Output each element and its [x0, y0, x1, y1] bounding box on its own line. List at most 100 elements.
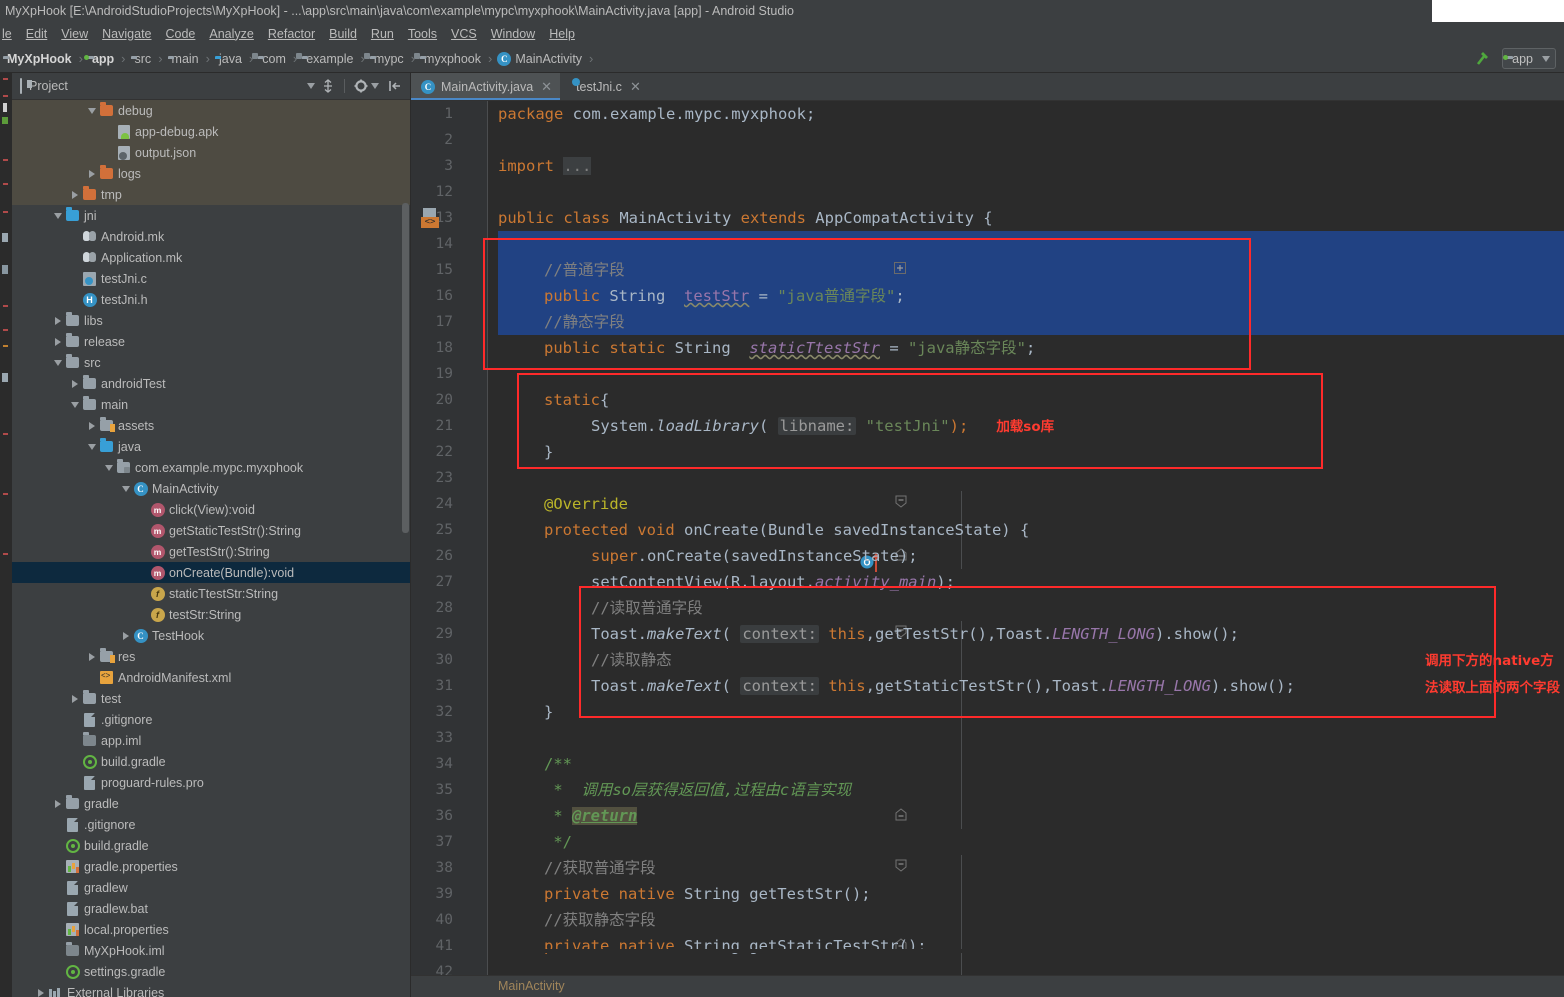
tab-testjni-c[interactable]: testJni.c ✕ [560, 73, 649, 100]
tree-item-app-debug-apk[interactable]: app-debug.apk [12, 121, 410, 142]
chevron-down-icon[interactable] [307, 83, 315, 89]
tree-item-androidmanifest-xml[interactable]: AndroidManifest.xml [12, 667, 410, 688]
tree-item-teststr-string[interactable]: f testStr:String [12, 604, 410, 625]
project-tree[interactable]: debug app-debug.apk output.json logs tmp jni A… [12, 100, 410, 997]
menu-item-code[interactable]: Code [159, 25, 203, 43]
tree-item-application-mk[interactable]: Application.mk [12, 247, 410, 268]
navigation-bar[interactable]: MyXpHook › app › src › main › java › com… [0, 45, 1564, 73]
breadcrumb-item-mainactivity[interactable]: C MainActivity › [497, 51, 598, 66]
tree-disclosure[interactable] [120, 485, 132, 492]
tree-item-gradle-properties[interactable]: gradle.properties [12, 856, 410, 877]
tree-item-external-libraries[interactable]: External Libraries [12, 982, 410, 997]
breadcrumb-item-src[interactable]: src › [131, 51, 168, 66]
tree-item-app-iml[interactable]: app.iml [12, 730, 410, 751]
make-project-hammer-icon[interactable] [1474, 50, 1492, 68]
gear-icon[interactable] [354, 79, 368, 93]
menu-item-edit[interactable]: Edit [19, 25, 55, 43]
close-icon[interactable]: ✕ [541, 79, 552, 95]
tree-item-getstaticteststr-string[interactable]: m getStaticTestStr():String [12, 520, 410, 541]
tab-mainactivity-java[interactable]: C MainActivity.java ✕ [411, 73, 561, 100]
chevron-down-icon[interactable] [71, 401, 79, 408]
tree-disclosure[interactable] [86, 652, 98, 661]
tree-disclosure[interactable] [86, 169, 98, 178]
tree-disclosure[interactable] [69, 401, 81, 408]
tree-item-java[interactable]: java [12, 436, 410, 457]
expand-collapse-icon[interactable] [321, 79, 335, 93]
chevron-right-icon[interactable] [38, 988, 44, 997]
tree-disclosure[interactable] [52, 359, 64, 366]
menu-bar[interactable]: le Edit View Navigate Code Analyze Refac… [0, 22, 1564, 45]
folded-imports[interactable]: ... [563, 157, 592, 175]
tree-item-testhook[interactable]: C TestHook [12, 625, 410, 646]
tree-item-androidtest[interactable]: androidTest [12, 373, 410, 394]
chevron-down-icon[interactable] [122, 485, 130, 492]
tree-disclosure[interactable] [52, 799, 64, 808]
tree-item-statictteststr-string[interactable]: f staticTtestStr:String [12, 583, 410, 604]
tree-item-myxphook-iml[interactable]: MyXpHook.iml [12, 940, 410, 961]
tree-item-res[interactable]: res [12, 646, 410, 667]
tree-item-build-gradle[interactable]: build.gradle [12, 835, 410, 856]
breadcrumb-item-main[interactable]: main › [168, 51, 215, 66]
tree-item-mainactivity[interactable]: C MainActivity [12, 478, 410, 499]
editor-tabs[interactable]: C MainActivity.java ✕ testJni.c ✕ [411, 73, 1564, 101]
breadcrumb-item-mypc[interactable]: mypc › [370, 51, 420, 66]
menu-item-window[interactable]: Window [484, 25, 542, 43]
close-icon[interactable]: ✕ [630, 79, 641, 95]
tree-disclosure[interactable] [69, 190, 81, 199]
chevron-right-icon[interactable] [72, 379, 78, 388]
tree-item-assets[interactable]: assets [12, 415, 410, 436]
breadcrumb-item-project[interactable]: MyXpHook › [3, 51, 88, 66]
code-editor[interactable]: 1 2 3 12 13 14 15 16 17 18 19 20 21 22 23 24 25 26 27 28 29 3… [411, 101, 1564, 975]
menu-item-help[interactable]: Help [542, 25, 582, 43]
chevron-down-icon[interactable] [54, 212, 62, 219]
tree-item-release[interactable]: release [12, 331, 410, 352]
tree-item-debug[interactable]: debug [12, 100, 410, 121]
gear-chevron-down-icon[interactable] [371, 83, 379, 89]
menu-item-view[interactable]: View [54, 25, 95, 43]
menu-item-run[interactable]: Run [364, 25, 401, 43]
tree-item-gitignore[interactable]: .gitignore [12, 814, 410, 835]
tree-item-gradle[interactable]: gradle [12, 793, 410, 814]
chevron-down-icon[interactable] [88, 443, 96, 450]
tree-disclosure[interactable] [35, 988, 47, 997]
tree-item-testjni-c[interactable]: testJni.c [12, 268, 410, 289]
tree-item-src[interactable]: src [12, 352, 410, 373]
editor-horizontal-scrollbar[interactable] [488, 949, 1564, 953]
tree-item-settings-gradle[interactable]: settings.gradle [12, 961, 410, 982]
chevron-down-icon[interactable] [105, 464, 113, 471]
menu-item-refactor[interactable]: Refactor [261, 25, 322, 43]
tree-item-jni[interactable]: jni [12, 205, 410, 226]
tree-item-click-view-void[interactable]: m click(View):void [12, 499, 410, 520]
tree-disclosure[interactable] [86, 443, 98, 450]
tree-item-libs[interactable]: libs [12, 310, 410, 331]
tree-disclosure[interactable] [69, 379, 81, 388]
tree-disclosure[interactable] [52, 337, 64, 346]
chevron-right-icon[interactable] [89, 169, 95, 178]
tree-disclosure[interactable] [120, 631, 132, 640]
chevron-down-icon[interactable] [1542, 55, 1550, 62]
menu-item-tools[interactable]: Tools [401, 25, 444, 43]
breadcrumb-item-app[interactable]: app › [88, 51, 131, 66]
menu-item-file[interactable]: le [2, 25, 19, 43]
tree-item-testjni-h[interactable]: HtestJni.h [12, 289, 410, 310]
menu-item-analyze[interactable]: Analyze [202, 25, 260, 43]
tree-item-local-properties[interactable]: local.properties [12, 919, 410, 940]
menu-item-navigate[interactable]: Navigate [95, 25, 158, 43]
tree-item-tmp[interactable]: tmp [12, 184, 410, 205]
tree-item-proguard-rules-pro[interactable]: proguard-rules.pro [12, 772, 410, 793]
tree-item-main[interactable]: main [12, 394, 410, 415]
chevron-right-icon[interactable] [55, 799, 61, 808]
tree-item-android-mk[interactable]: Android.mk [12, 226, 410, 247]
chevron-down-icon[interactable] [88, 107, 96, 114]
chevron-right-icon[interactable] [72, 694, 78, 703]
chevron-right-icon[interactable] [89, 652, 95, 661]
menu-item-build[interactable]: Build [322, 25, 364, 43]
project-tree-scrollbar[interactable] [402, 203, 409, 533]
chevron-right-icon[interactable] [55, 316, 61, 325]
menu-item-vcs[interactable]: VCS [444, 25, 484, 43]
breadcrumb-item-example[interactable]: example › [302, 51, 370, 66]
tree-item-gradlew-bat[interactable]: gradlew.bat [12, 898, 410, 919]
run-configuration-selector[interactable]: app [1502, 48, 1556, 69]
tree-disclosure[interactable] [52, 316, 64, 325]
chevron-right-icon[interactable] [72, 190, 78, 199]
